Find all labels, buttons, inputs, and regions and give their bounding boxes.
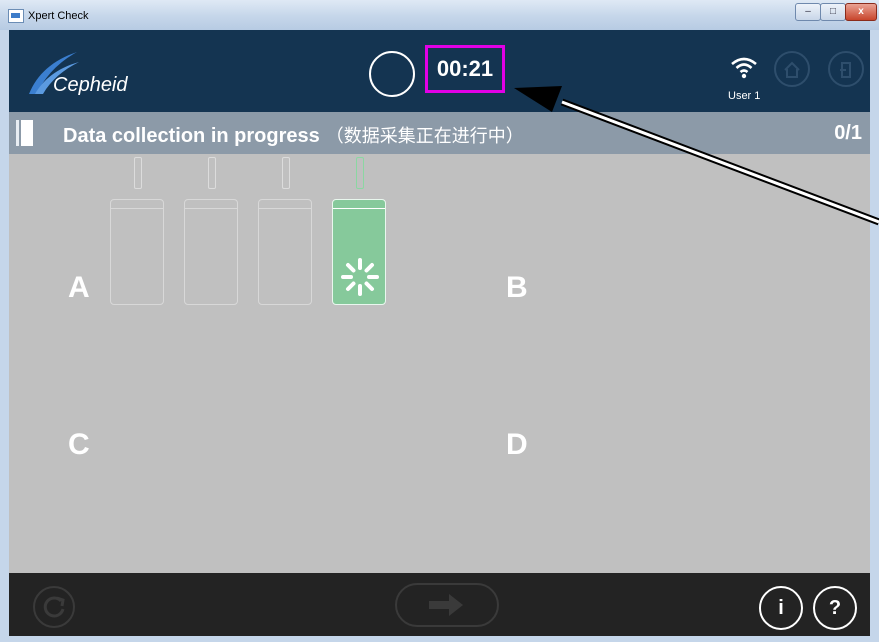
annotation-arrow	[514, 86, 879, 226]
